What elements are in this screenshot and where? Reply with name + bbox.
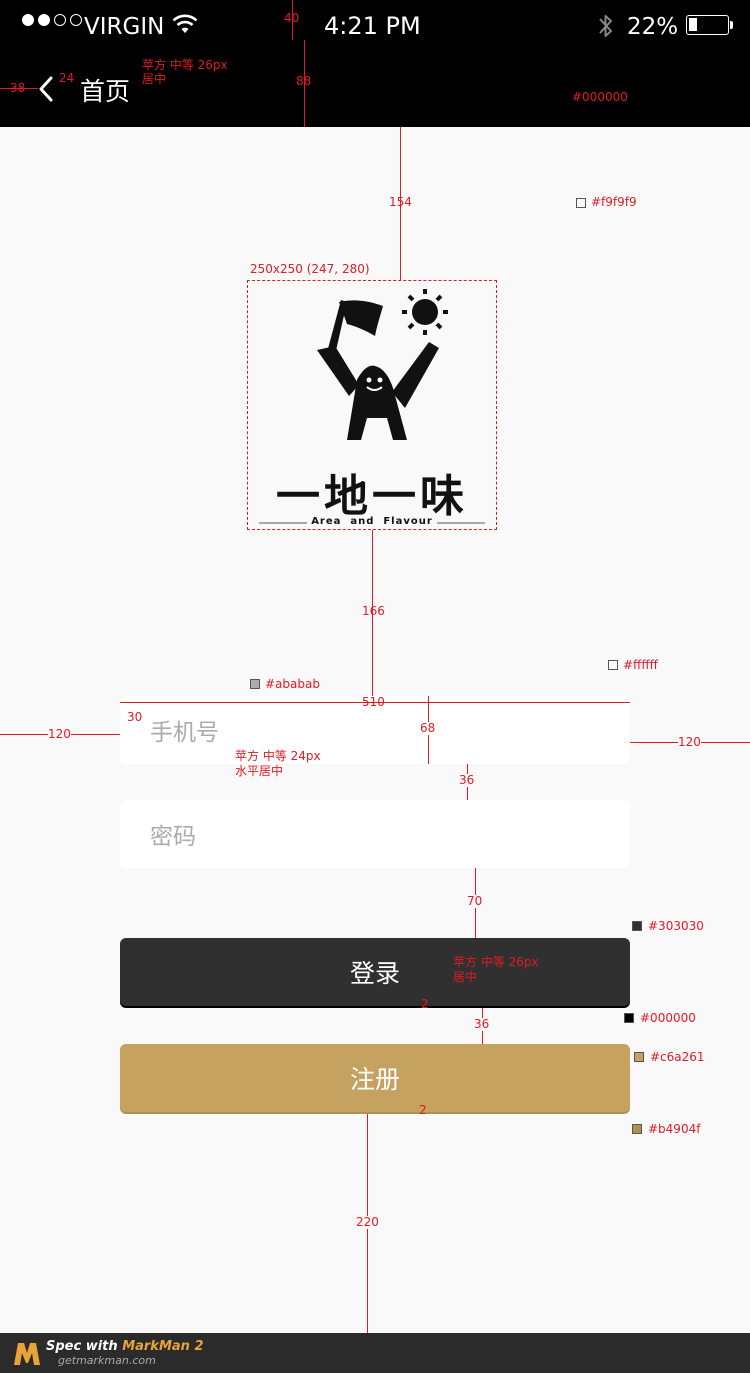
- annotation-shadow-register: 2: [419, 1103, 427, 1117]
- annotation-shadow-login: 2: [421, 997, 429, 1011]
- color-swatch: [632, 921, 642, 931]
- annotation-register-color: #c6a261: [650, 1050, 705, 1064]
- annotation-bg-color: #f9f9f9: [591, 195, 637, 209]
- annotation-bottom-gap: 220: [356, 1215, 379, 1229]
- annotation-nav-font: 苹方 中等 26px: [142, 58, 228, 72]
- markman-logo-icon: [14, 1343, 40, 1365]
- annotation-back-left: 38: [10, 81, 26, 95]
- back-label: 首页: [80, 77, 131, 106]
- annotation-field-font-align: 水平居中: [235, 764, 284, 778]
- color-swatch: [624, 1013, 634, 1023]
- annotation-side-right: 120: [678, 735, 701, 749]
- login-button[interactable]: 登录: [120, 938, 630, 1006]
- annotation-status-height: 40: [284, 11, 300, 25]
- annotation-logo-size: 250x250 (247, 280): [250, 262, 370, 276]
- annotation-nav-height: 88: [296, 74, 312, 88]
- chevron-left-icon: [39, 76, 53, 102]
- carrier-name: VIRGIN: [84, 14, 165, 40]
- annotation-white: #ffffff: [623, 658, 658, 672]
- annotation-button-gap-top: 70: [467, 894, 483, 908]
- color-swatch: [608, 660, 618, 670]
- annotation-back-gap: 24: [59, 71, 75, 85]
- markman-footer: Spec with MarkMan 2 getmarkman.com: [0, 1333, 750, 1373]
- register-button[interactable]: 注册: [120, 1044, 630, 1112]
- annotation-nav-font-align: 居中: [142, 72, 167, 86]
- annotation-login-color: #303030: [648, 919, 704, 933]
- annotation-logo-bottom-gap: 166: [362, 604, 385, 618]
- annotation-field-gap: 36: [459, 773, 475, 787]
- status-time: 4:21 PM: [324, 12, 421, 40]
- battery-icon: [686, 15, 729, 35]
- password-placeholder: 密码: [150, 824, 196, 850]
- annotation-field-height: 68: [420, 721, 436, 735]
- wifi-icon: [172, 14, 198, 33]
- annotation-side-left: 120: [48, 727, 71, 741]
- annotation-black: #000000: [572, 90, 628, 104]
- annotation-register-shadow: #b4904f: [648, 1122, 701, 1136]
- annotation-field-font: 苹方 中等 24px: [235, 749, 321, 763]
- bluetooth-icon: [599, 15, 612, 37]
- color-swatch: [250, 679, 260, 689]
- phone-placeholder: 手机号: [150, 720, 219, 746]
- back-button[interactable]: 首页: [38, 70, 138, 108]
- annotation-logo-top-gap: 154: [389, 195, 412, 209]
- password-input[interactable]: 密码: [120, 800, 630, 868]
- color-swatch: [576, 198, 586, 208]
- annotation-field-width: 510: [362, 695, 385, 709]
- color-swatch: [632, 1124, 642, 1134]
- logo-bounds: [247, 280, 497, 530]
- annotation-login-font: 苹方 中等 26px: [453, 955, 539, 969]
- annotation-login-shadow: #000000: [640, 1011, 696, 1025]
- footer-url: getmarkman.com: [58, 1354, 156, 1367]
- signal-strength-icon: [22, 14, 82, 26]
- annotation-field-padding: 30: [127, 710, 143, 724]
- annotation-placeholder-color: #ababab: [265, 677, 320, 691]
- footer-brand: MarkMan 2: [122, 1339, 204, 1354]
- battery-tip: [730, 21, 733, 29]
- color-swatch: [634, 1052, 644, 1062]
- register-label: 注册: [349, 1065, 400, 1094]
- annotation-login-font-align: 居中: [453, 970, 478, 984]
- footer-spec-label: Spec with: [46, 1339, 123, 1354]
- battery-percent: 22%: [627, 14, 679, 40]
- annotation-button-gap: 36: [474, 1017, 490, 1031]
- login-label: 登录: [349, 959, 400, 988]
